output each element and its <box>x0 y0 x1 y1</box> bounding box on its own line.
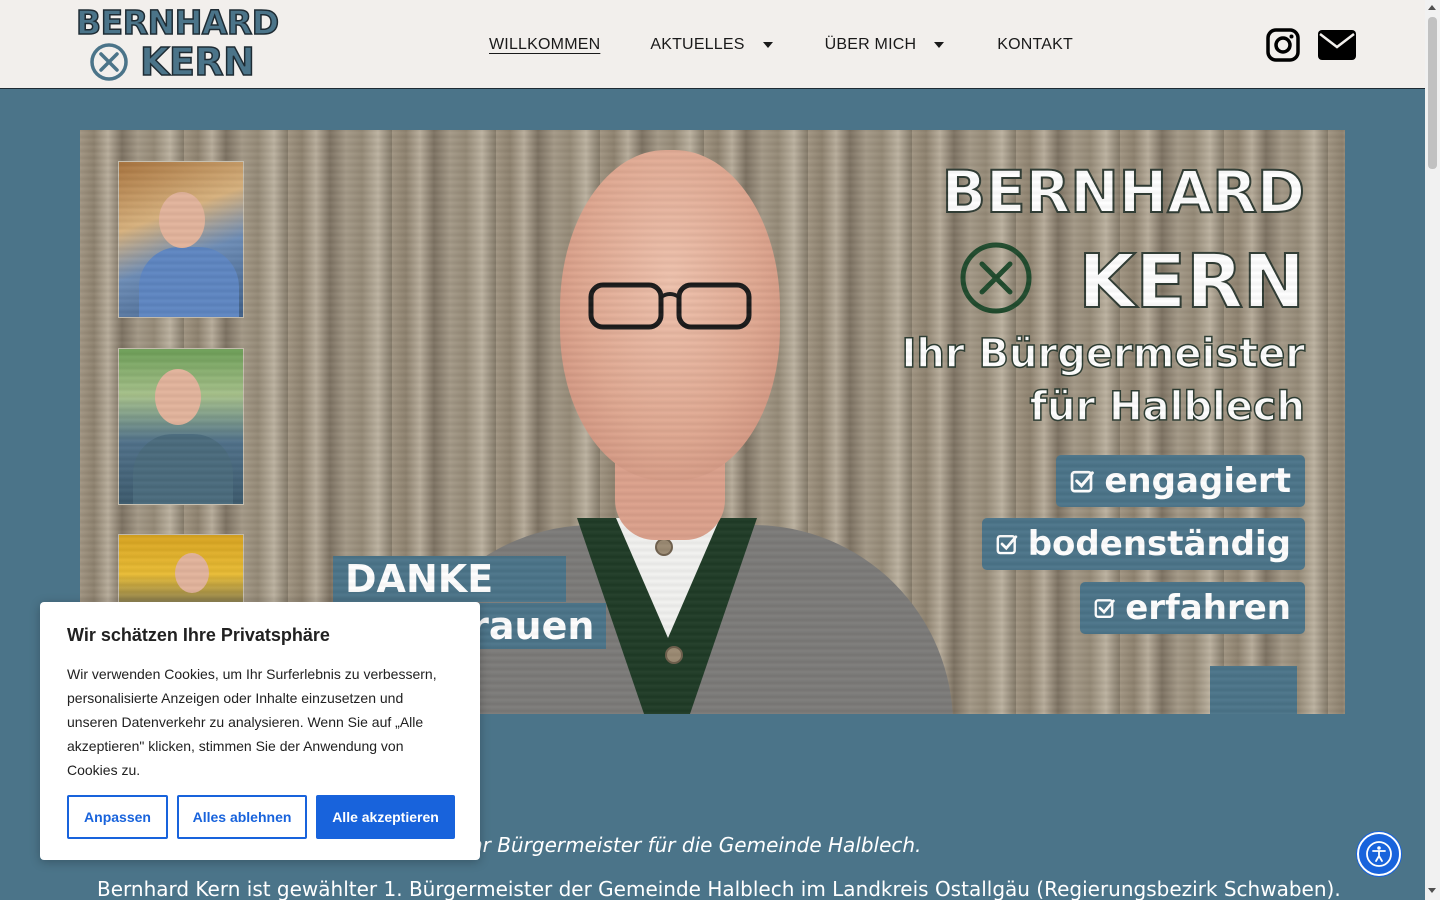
accessibility-icon <box>1366 841 1392 867</box>
x-circle-icon <box>960 242 1032 314</box>
nav-item-willkommen[interactable]: WILLKOMMEN <box>489 36 600 54</box>
danke-line1: DANKE für <box>333 556 566 647</box>
reject-all-button[interactable]: Alles ablehnen <box>177 795 307 839</box>
scroll-up-arrow-icon[interactable] <box>1428 5 1436 10</box>
badge-engagiert: engagiert <box>1056 455 1305 507</box>
checkbox-checked-icon <box>1070 470 1094 493</box>
customize-button[interactable]: Anpassen <box>67 795 168 839</box>
badge-label: erfahren <box>1125 588 1291 628</box>
nav-item-label: AKTUELLES <box>650 36 745 53</box>
accept-all-button[interactable]: Alle akzeptieren <box>316 795 455 839</box>
scroll-down-arrow-icon[interactable] <box>1428 888 1436 893</box>
page-scrollbar[interactable] <box>1425 0 1440 900</box>
nav-item-ueber-mich[interactable]: ÜBER MICH <box>825 36 945 54</box>
site-logo[interactable]: BERNHARD KERN <box>75 3 280 84</box>
hero-subtitle-line2: für Halblech <box>1029 383 1306 431</box>
cookie-text: Wir verwenden Cookies, um Ihr Surferlebn… <box>67 666 437 778</box>
intro-heading: hr Bürgermeister für die Gemeinde Halble… <box>470 833 922 857</box>
hero-title-firstname: BERNHARD <box>941 158 1306 226</box>
site-header: BERNHARD KERN WILLKOMMEN AKTUELLES ÜBER … <box>0 0 1425 89</box>
main-nav: WILLKOMMEN AKTUELLES ÜBER MICH KONTAKT <box>489 33 1073 57</box>
portrait-button <box>665 646 683 664</box>
thumb-face <box>175 553 209 593</box>
thumb-face <box>155 369 201 425</box>
badge-erfahren: erfahren <box>1080 582 1305 634</box>
hero-blank-block <box>1210 666 1297 714</box>
badge-label: engagiert <box>1104 461 1291 501</box>
badge-label: bodenständig <box>1027 524 1291 564</box>
logo-x-icon <box>90 43 128 81</box>
thumb-figure <box>133 434 233 504</box>
hero-thumbnail-outdoor <box>118 348 244 505</box>
hero-thumbnail-workshop <box>118 161 244 318</box>
checkbox-checked-icon <box>1094 599 1115 619</box>
cookie-title: Wir schätzen Ihre Privatsphäre <box>67 625 330 645</box>
accessibility-button[interactable] <box>1357 832 1401 876</box>
nav-item-kontakt[interactable]: KONTAKT <box>997 36 1073 54</box>
logo-text-line1: BERNHARD <box>75 3 280 42</box>
badge-bodenstaendig: bodenständig <box>982 518 1305 570</box>
caret-down-icon[interactable] <box>762 42 773 48</box>
portrait-button <box>655 538 673 556</box>
caret-down-icon[interactable] <box>934 42 945 48</box>
instagram-icon[interactable] <box>1266 28 1300 62</box>
nav-item-aktuelles[interactable]: AKTUELLES <box>650 36 773 54</box>
glasses-icon <box>588 282 752 330</box>
nav-item-label: KONTAKT <box>997 36 1074 53</box>
thumb-figure <box>139 247 239 317</box>
intro-paragraph: Bernhard Kern ist gewählter 1. Bürgermei… <box>97 877 1341 900</box>
checkbox-checked-icon <box>996 534 1018 555</box>
cookie-consent-dialog: Wir schätzen Ihre Privatsphäre Wir verwe… <box>40 602 480 860</box>
nav-item-label: WILLKOMMEN <box>489 36 601 53</box>
cookie-actions: Anpassen Alles ablehnen Alle akzeptieren <box>67 795 455 839</box>
scrollbar-thumb[interactable] <box>1428 17 1437 169</box>
nav-item-label: ÜBER MICH <box>824 36 917 53</box>
logo-text-line2: KERN <box>139 40 255 84</box>
hero-subtitle-line1: Ihr Bürgermeister <box>901 330 1306 378</box>
hero-title-lastname: KERN <box>1077 239 1306 325</box>
thumb-face <box>159 192 205 248</box>
envelope-icon[interactable] <box>1318 30 1356 60</box>
